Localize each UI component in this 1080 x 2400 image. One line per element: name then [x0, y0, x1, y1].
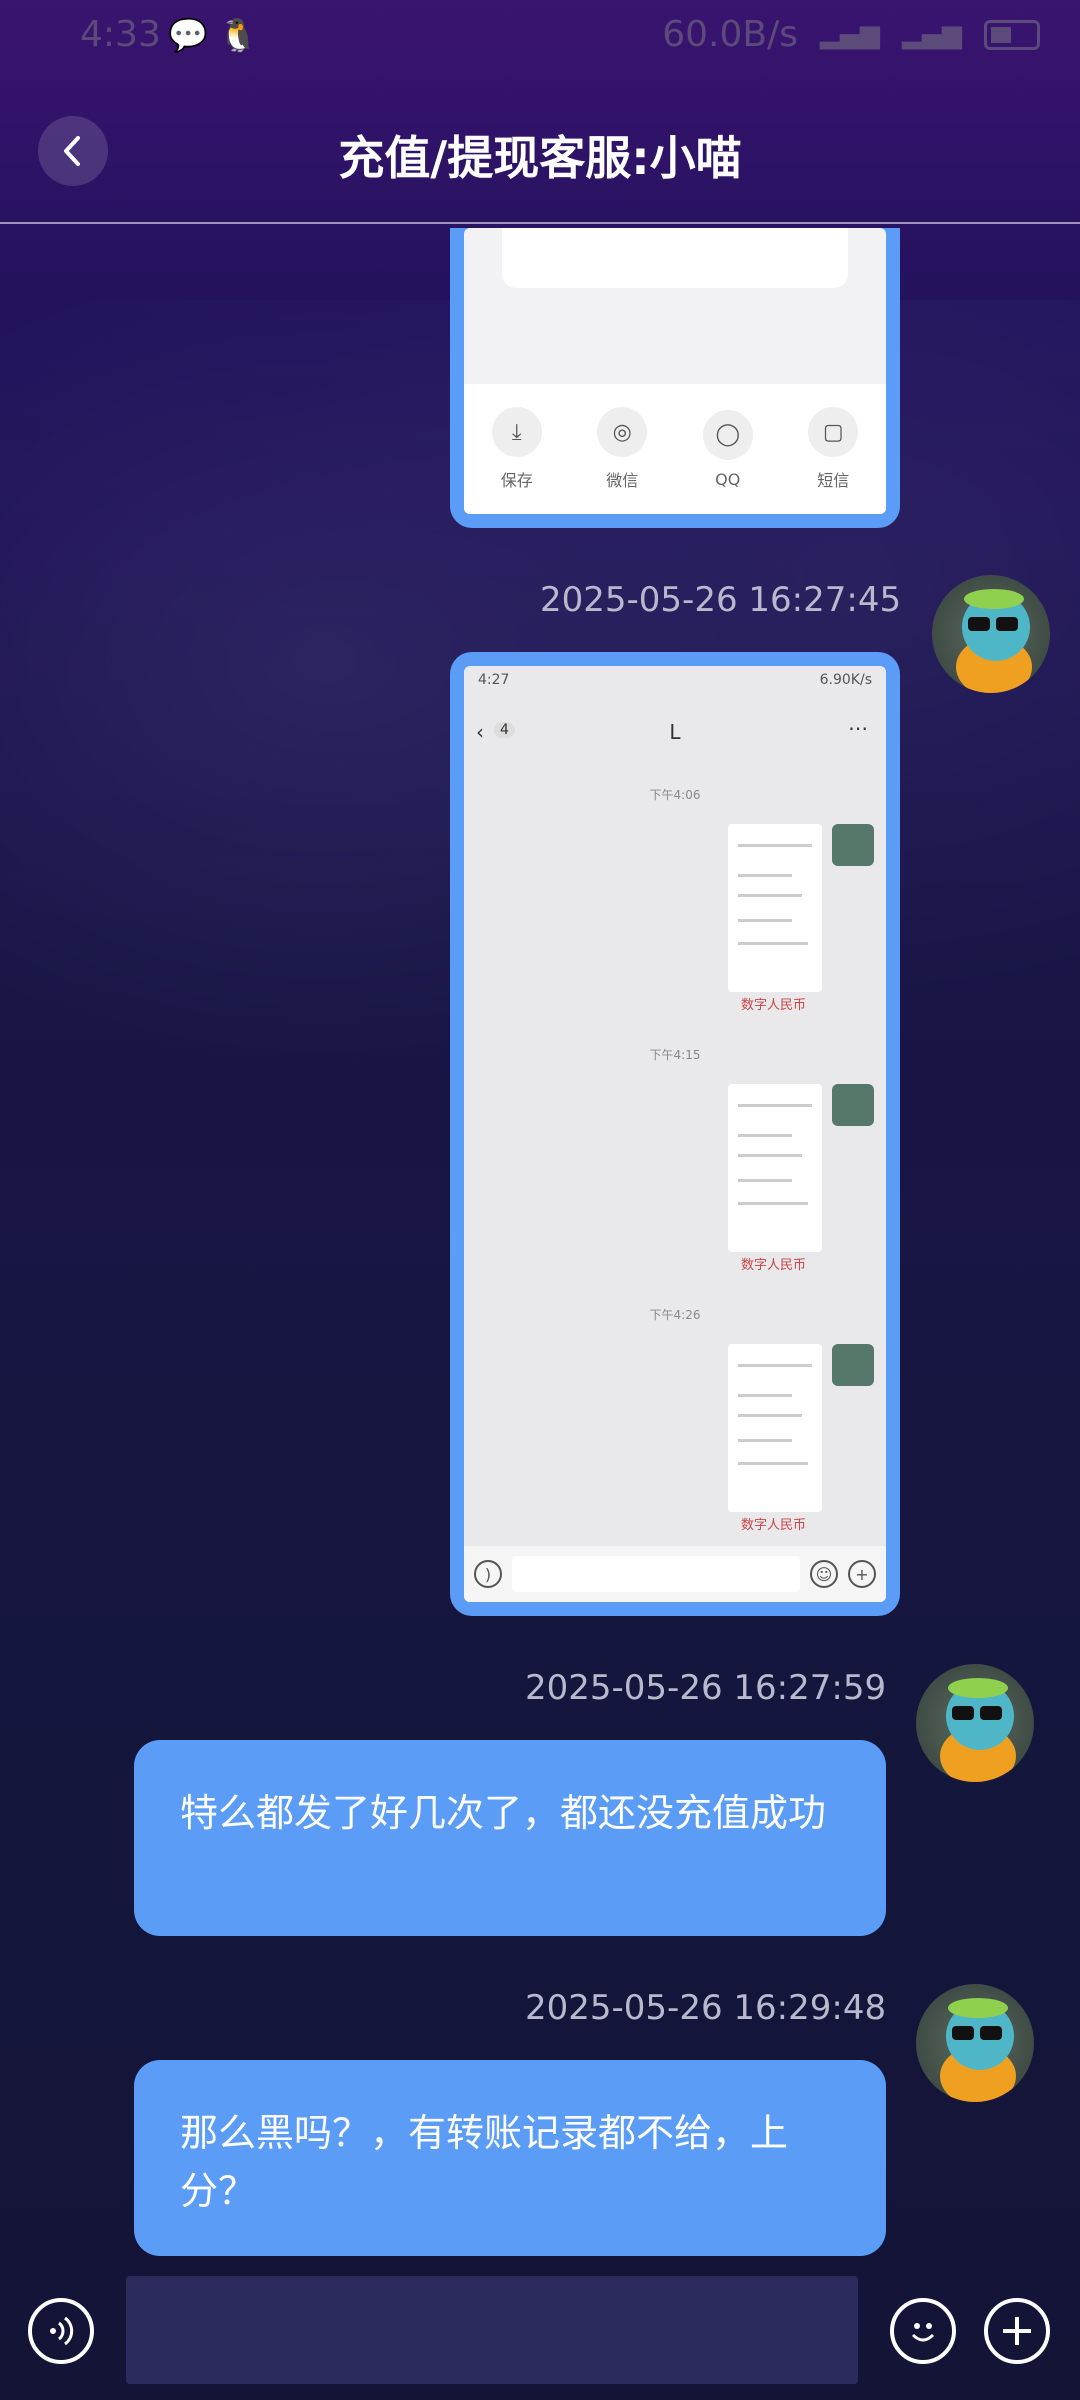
share-sms: ▢ 短信 — [808, 407, 859, 491]
mini-emoji-icon: ☺ — [810, 1560, 838, 1588]
mini-tag: 数字人民币 — [740, 1258, 806, 1273]
status-bar: 4:33 💬 🐧 60.0B/s ▂▄▆ ▂▄▆ — [0, 0, 1080, 72]
network-speed: 60.0B/s — [662, 14, 798, 55]
status-time: 4:33 — [80, 14, 161, 55]
download-icon: ⤓ — [491, 407, 542, 457]
emoji-button[interactable] — [890, 2298, 956, 2364]
signal-icon-2: ▂▄▆ — [902, 19, 962, 50]
page-title: 充值/提现客服:小喵 — [338, 131, 742, 185]
avatar-image — [940, 1998, 1016, 2102]
notification-icons: 💬 🐧 — [168, 16, 258, 54]
message-timestamp: 2025-05-26 16:27:59 — [525, 1668, 887, 1708]
avatar[interactable] — [932, 575, 1050, 693]
mini-avatar — [832, 824, 874, 866]
text-message[interactable]: 特么都发了好几次了，都还没充值成功 — [134, 1740, 886, 1936]
mini-receipt — [728, 1344, 822, 1512]
voice-button[interactable] — [28, 2298, 94, 2364]
mini-title: L — [669, 720, 681, 744]
avatar-image — [956, 589, 1032, 693]
mini-timestamp: 下午4:15 — [649, 1048, 701, 1062]
plus-icon — [1003, 2317, 1031, 2345]
share-qq: ◯ QQ — [702, 409, 753, 489]
mini-plus-icon: + — [848, 1560, 876, 1588]
add-button[interactable] — [984, 2298, 1050, 2364]
chat-screenshot: 4:27 6.90K/s ‹ 4 L ⋯ 下午4:06 数字人民币 下午4:15 — [464, 666, 886, 1602]
signal-icon: ▂▄▆ — [820, 19, 880, 50]
input-bar — [0, 2262, 1080, 2400]
mini-timestamp: 下午4:26 — [649, 1308, 701, 1322]
mini-input-bar: ) ☺ + — [464, 1546, 886, 1602]
mini-timestamp: 下午4:06 — [649, 788, 701, 802]
image-message[interactable]: 4:27 6.90K/s ‹ 4 L ⋯ 下午4:06 数字人民币 下午4:15 — [450, 652, 900, 1616]
avatar[interactable] — [916, 1664, 1034, 1782]
text-message[interactable]: 那么黑吗？，有转账记录都不给，上分？ — [134, 2060, 886, 2256]
avatar-image — [940, 1678, 1016, 1782]
battery-icon — [984, 19, 1040, 50]
wechat-icon: ◎ — [597, 407, 648, 457]
image-card — [502, 228, 848, 288]
mini-avatar — [832, 1344, 874, 1386]
chat-header: 充值/提现客服:小喵 — [0, 72, 1080, 224]
message-input[interactable] — [126, 2276, 858, 2384]
mini-speed: 6.90K/s — [819, 672, 872, 688]
mini-receipt — [728, 824, 822, 992]
share-bar: ⤓ 保存 ◎ 微信 ◯ QQ ▢ 短信 — [464, 384, 886, 514]
mini-tag: 数字人民币 — [740, 998, 806, 1013]
message-timestamp: 2025-05-26 16:29:48 — [525, 1988, 887, 2028]
emoji-icon — [911, 2323, 935, 2342]
sms-icon: ▢ — [808, 407, 859, 457]
image-message[interactable]: ⤓ 保存 ◎ 微信 ◯ QQ ▢ 短信 — [450, 228, 900, 528]
voice-icon — [50, 2316, 74, 2346]
qq-icon: ◯ — [702, 409, 753, 460]
share-save: ⤓ 保存 — [491, 407, 542, 491]
mini-tag: 数字人民币 — [740, 1518, 806, 1533]
mini-voice-icon: ) — [474, 1560, 502, 1588]
share-wechat: ◎ 微信 — [597, 407, 648, 491]
mini-header: ‹ 4 L ⋯ — [464, 708, 886, 758]
mini-more-icon: ⋯ — [848, 716, 868, 740]
avatar[interactable] — [916, 1984, 1034, 2102]
mini-time: 4:27 — [478, 672, 510, 688]
message-timestamp: 2025-05-26 16:27:45 — [540, 580, 902, 620]
mini-receipt — [728, 1084, 822, 1252]
mini-avatar — [832, 1084, 874, 1126]
